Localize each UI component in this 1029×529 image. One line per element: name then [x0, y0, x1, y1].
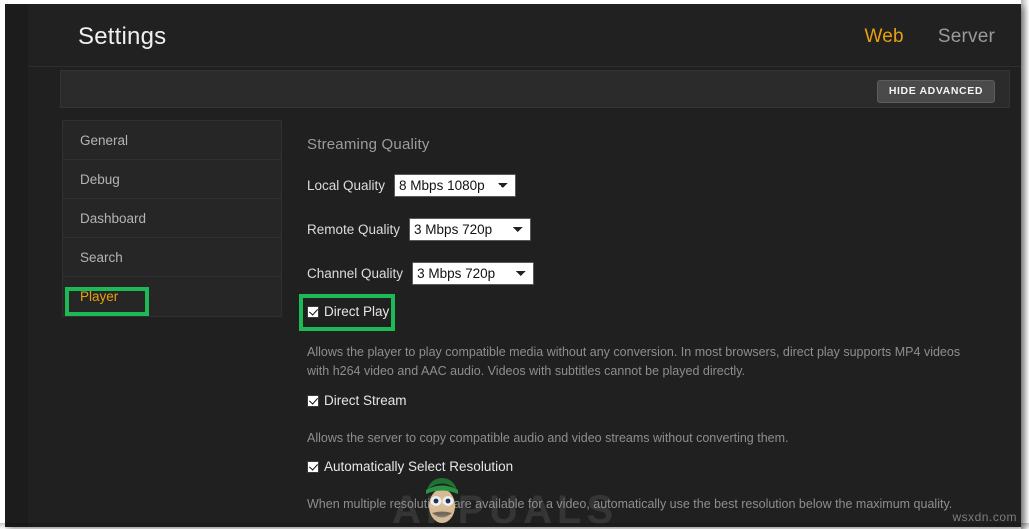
settings-sidebar: General Debug Dashboard Search Player — [62, 120, 282, 317]
description-direct-play: Allows the player to play compatible med… — [307, 345, 961, 378]
advanced-toolbar: HIDE ADVANCED — [60, 70, 1010, 108]
option-direct-stream[interactable]: Direct Stream — [307, 393, 407, 408]
description-direct-stream: Allows the server to copy compatible aud… — [307, 431, 789, 445]
field-label-remote-quality: Remote Quality — [307, 222, 401, 237]
page-title: Settings — [78, 23, 167, 50]
field-remote-quality: Remote Quality 8 Mbps 1080p3 Mbps 720p2 … — [307, 218, 1007, 241]
watermark-wsxdn: wsxdn.com — [952, 510, 1017, 524]
tab-server[interactable]: Server — [938, 26, 995, 48]
field-label-local-quality: Local Quality — [307, 178, 386, 193]
field-local-quality: Local Quality 8 Mbps 1080p3 Mbps 720p2 M… — [307, 174, 1007, 197]
field-label-channel-quality: Channel Quality — [307, 266, 404, 281]
sidebar-item-general[interactable]: General — [63, 121, 281, 160]
edge-top — [0, 0, 1029, 4]
edge-bottom — [0, 523, 1029, 529]
edge-left — [0, 0, 5, 529]
checkbox-direct-stream[interactable] — [307, 394, 319, 407]
option-auto-select-resolution[interactable]: Automatically Select Resolution — [307, 459, 513, 474]
section-title-streaming-quality: Streaming Quality — [307, 136, 430, 153]
app-header: Settings Web Server — [28, 4, 1021, 67]
select-remote-quality[interactable]: 8 Mbps 1080p3 Mbps 720p2 Mbps 720p1.5 Mb… — [409, 218, 532, 241]
label-auto-select-resolution[interactable]: Automatically Select Resolution — [324, 459, 513, 474]
sidebar-item-player[interactable]: Player — [63, 277, 281, 316]
label-direct-stream[interactable]: Direct Stream — [324, 393, 407, 408]
sidebar-item-search[interactable]: Search — [63, 238, 281, 277]
label-direct-play[interactable]: Direct Play — [324, 304, 389, 319]
header-tab-group: Web Server — [865, 26, 996, 48]
select-channel-quality[interactable]: 8 Mbps 1080p3 Mbps 720p2 Mbps 720p1.5 Mb… — [412, 262, 535, 285]
tab-web[interactable]: Web — [865, 26, 904, 48]
settings-content: Streaming Quality Local Quality 8 Mbps 1… — [307, 120, 1007, 511]
sidebar-item-debug[interactable]: Debug — [63, 160, 281, 199]
field-channel-quality: Channel Quality 8 Mbps 1080p3 Mbps 720p2… — [307, 262, 1007, 285]
checkbox-auto-select-resolution[interactable] — [307, 460, 319, 473]
select-local-quality[interactable]: 8 Mbps 1080p3 Mbps 720p2 Mbps 720p1.5 Mb… — [394, 174, 517, 197]
edge-right — [1021, 0, 1029, 529]
checkbox-direct-play[interactable] — [307, 305, 319, 318]
description-auto-select-resolution: When multiple resolutions are available … — [307, 497, 953, 511]
screenshot-root: Settings Web Server HIDE ADVANCED Genera… — [0, 0, 1029, 529]
hide-advanced-button[interactable]: HIDE ADVANCED — [876, 80, 995, 103]
sidebar-item-dashboard[interactable]: Dashboard — [63, 199, 281, 238]
option-direct-play[interactable]: Direct Play — [307, 304, 389, 319]
